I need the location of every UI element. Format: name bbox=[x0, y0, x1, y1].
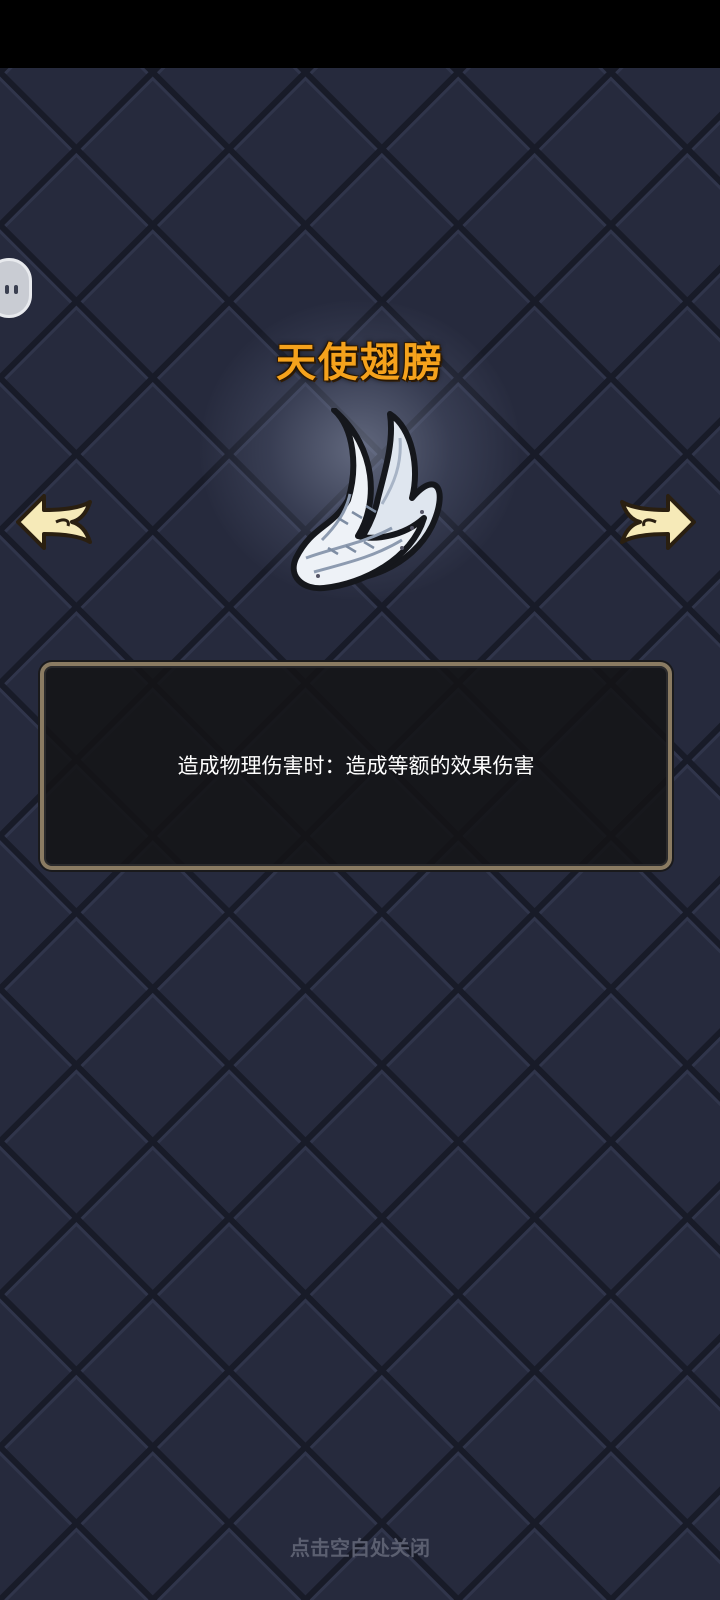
tap-to-close-hint[interactable]: 点击空白处关闭 bbox=[0, 1532, 720, 1561]
next-item-button[interactable] bbox=[618, 492, 698, 552]
item-description-panel: 造成物理伤害时：造成等额的效果伤害 bbox=[40, 662, 672, 870]
chat-bubble-icon bbox=[5, 285, 9, 294]
angel-wings-icon bbox=[290, 408, 443, 592]
status-bar bbox=[0, 0, 720, 68]
arrow-right-icon bbox=[620, 494, 696, 550]
previous-item-button[interactable] bbox=[14, 492, 94, 552]
item-title: 天使翅膀 bbox=[276, 340, 444, 386]
arrow-left-icon bbox=[16, 494, 92, 550]
floating-chat-button[interactable] bbox=[0, 258, 32, 318]
item-description: 造成物理伤害时：造成等额的效果伤害 bbox=[177, 754, 535, 778]
